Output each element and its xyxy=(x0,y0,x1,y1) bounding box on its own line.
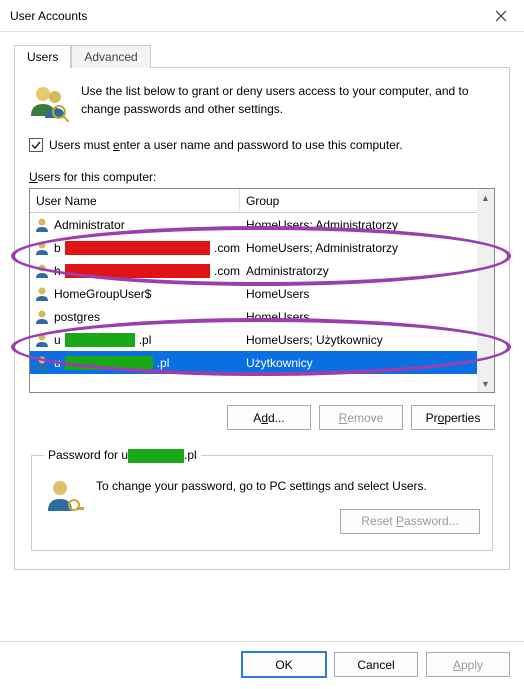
column-header-username[interactable]: User Name xyxy=(30,189,240,212)
scroll-up-icon[interactable]: ▲ xyxy=(477,189,494,206)
user-key-icon xyxy=(44,477,84,517)
password-groupbox: Password for u.pl To change your passwor… xyxy=(31,448,493,551)
users-list-label: Users for this computer: xyxy=(29,170,495,184)
reset-password-button[interactable]: Reset Password... xyxy=(340,509,480,534)
redacted-green-icon xyxy=(65,356,153,370)
tab-page-users: Use the list below to grant or deny user… xyxy=(14,68,510,570)
tab-strip: Users Advanced xyxy=(14,44,510,68)
vertical-scrollbar[interactable]: ▲ ▼ xyxy=(477,189,494,392)
table-row[interactable]: AdministratorHomeUsers; Administratorzy xyxy=(30,213,477,236)
check-icon xyxy=(31,140,41,150)
must-enter-password-checkbox[interactable] xyxy=(29,138,43,152)
close-icon xyxy=(495,10,507,22)
apply-button[interactable]: Apply xyxy=(426,652,510,677)
properties-button[interactable]: Properties xyxy=(411,405,495,430)
list-header: User Name Group xyxy=(30,189,494,213)
scroll-down-icon[interactable]: ▼ xyxy=(477,375,494,392)
users-hero-icon xyxy=(29,82,69,122)
table-row[interactable]: u.plUżytkownicy xyxy=(30,351,477,374)
close-button[interactable] xyxy=(478,0,524,32)
cancel-button[interactable]: Cancel xyxy=(334,652,418,677)
redacted-red-icon xyxy=(65,241,210,255)
table-row[interactable]: postgresHomeUsers xyxy=(30,305,477,328)
password-groupbox-legend: Password for u.pl xyxy=(44,448,201,463)
table-row[interactable]: b.comHomeUsers; Administratorzy xyxy=(30,236,477,259)
table-row[interactable]: h.comAdministratorzy xyxy=(30,259,477,282)
table-row[interactable]: u.plHomeUsers; Użytkownicy xyxy=(30,328,477,351)
remove-button[interactable]: Remove xyxy=(319,405,403,430)
dialog-footer: OK Cancel Apply xyxy=(0,641,524,689)
must-enter-password-label: Users must enter a user name and passwor… xyxy=(49,138,403,152)
table-row[interactable]: HomeGroupUser$HomeUsers xyxy=(30,282,477,305)
password-instruction-text: To change your password, go to PC settin… xyxy=(96,477,480,495)
window-title: User Accounts xyxy=(10,9,87,23)
column-header-group[interactable]: Group xyxy=(240,189,494,212)
intro-text: Use the list below to grant or deny user… xyxy=(81,82,495,118)
add-button[interactable]: Add... xyxy=(227,405,311,430)
titlebar: User Accounts xyxy=(0,0,524,32)
redacted-legend-icon xyxy=(128,449,184,463)
users-listview[interactable]: User Name Group ▲ ▼ AdministratorHomeUse… xyxy=(29,188,495,393)
tab-users[interactable]: Users xyxy=(14,45,71,68)
ok-button[interactable]: OK xyxy=(242,652,326,677)
redacted-green-icon xyxy=(65,333,135,347)
redacted-red-icon xyxy=(65,264,210,278)
tab-advanced[interactable]: Advanced xyxy=(71,45,150,68)
